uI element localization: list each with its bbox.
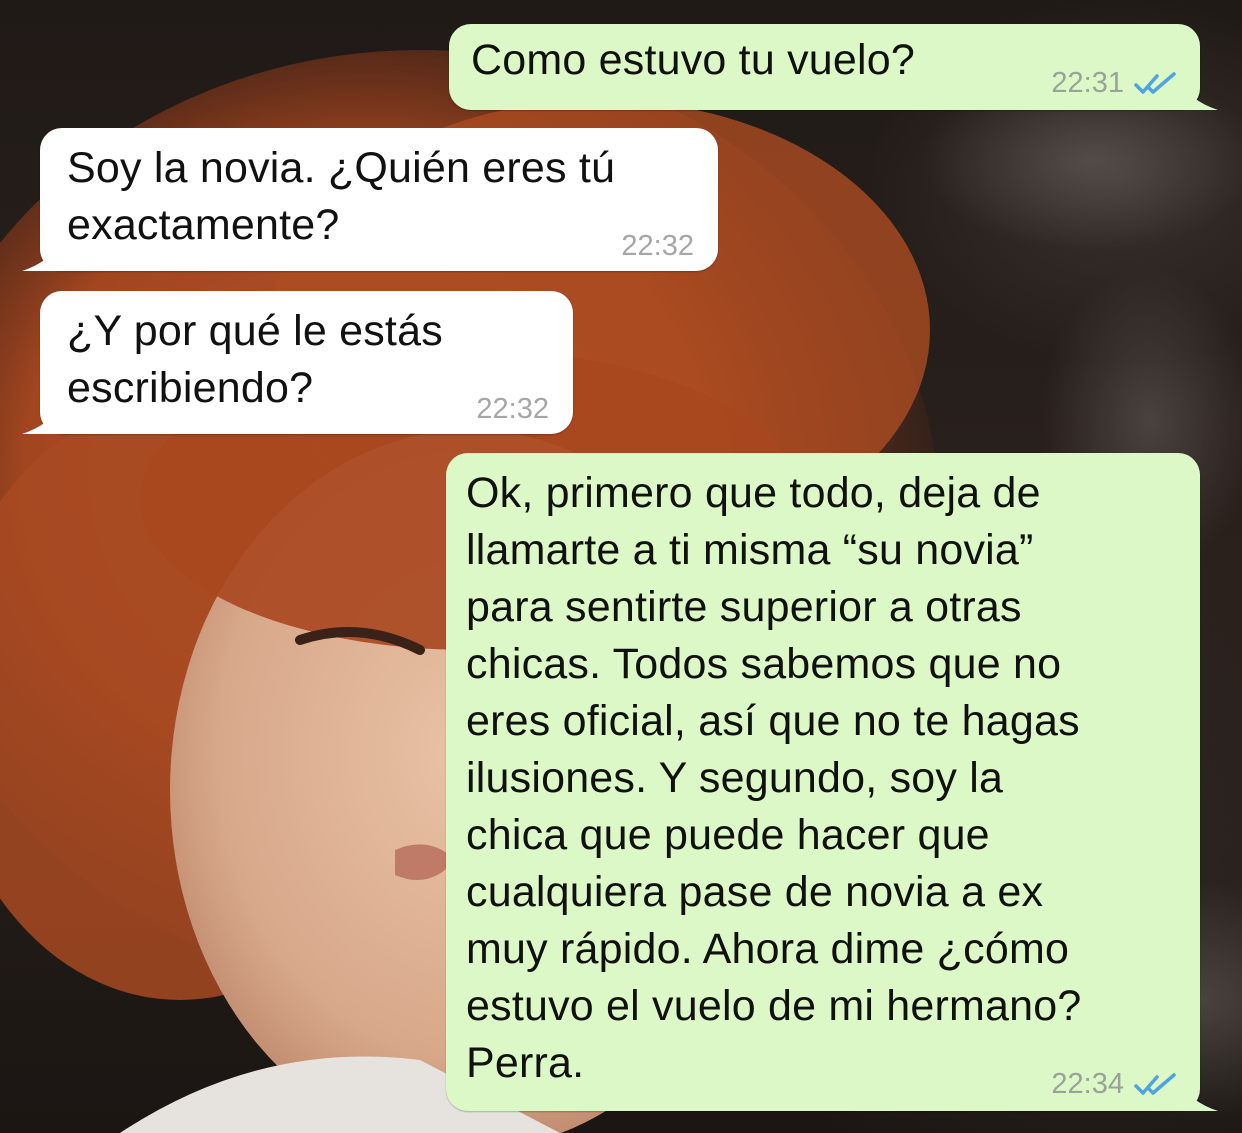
message-incoming[interactable]: Soy la novia. ¿Quién eres tú exactamente… [22, 128, 718, 271]
message-incoming[interactable]: ¿Y por qué le estás escribiendo? 22:32 [22, 291, 573, 434]
double-check-icon [1134, 1072, 1176, 1095]
message-meta: 22:34 [1051, 1068, 1178, 1101]
message-time: 22:32 [476, 393, 549, 425]
bubble-tail [22, 402, 62, 434]
double-check-icon [1134, 71, 1176, 94]
bubble-tail [1178, 78, 1218, 110]
message-meta: 22:31 [1051, 67, 1178, 100]
message-text: Soy la novia. ¿Quién eres tú exactamente… [67, 144, 616, 249]
message-time: 22:34 [1051, 1068, 1124, 1100]
message-time: 22:31 [1051, 67, 1124, 99]
message-outgoing[interactable]: Como estuvo tu vuelo? 22:31 [449, 24, 1218, 110]
message-meta: 22:32 [476, 393, 549, 426]
bubble-tail [22, 239, 62, 271]
message-outgoing[interactable]: Ok, primero que todo, deja de llamarte a… [446, 453, 1218, 1111]
message-meta: 22:32 [621, 230, 694, 263]
message-text: Ok, primero que todo, deja de llamarte a… [466, 469, 1082, 1087]
message-text: Como estuvo tu vuelo? [471, 36, 916, 84]
message-time: 22:32 [621, 230, 694, 262]
bubble-tail [1178, 1079, 1218, 1111]
message-text: ¿Y por qué le estás escribiendo? [67, 307, 443, 412]
